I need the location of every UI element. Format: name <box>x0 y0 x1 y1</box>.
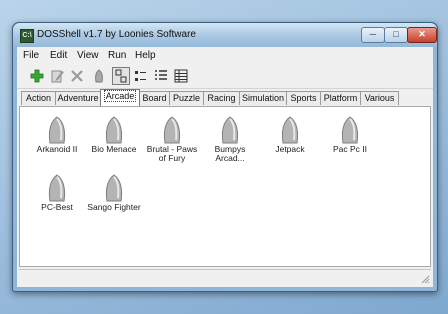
program-item[interactable]: Brutal - Paws of Fury <box>142 116 202 163</box>
tab-board[interactable]: Board <box>139 91 170 105</box>
program-panel: Arkanoid II Bio Menace Brutal - Paws of … <box>19 106 431 267</box>
program-label: Arkanoid II <box>36 144 78 154</box>
status-bar <box>19 269 431 285</box>
program-label: Bio Menace <box>91 144 137 154</box>
tab-simulation[interactable]: Simulation <box>239 91 287 105</box>
tab-racing[interactable]: Racing <box>203 91 240 105</box>
details-view-icon[interactable] <box>173 68 189 84</box>
app-icon[interactable]: C:\ <box>20 29 34 43</box>
resize-grip-icon[interactable] <box>420 274 430 284</box>
menu-edit[interactable]: Edit <box>50 50 67 61</box>
close-button[interactable]: ✕ <box>407 27 437 43</box>
toolbar <box>17 64 433 89</box>
program-label: Jetpack <box>275 144 305 154</box>
tab-arcade-label: Arcade <box>103 90 137 102</box>
menu-help[interactable]: Help <box>135 50 156 61</box>
rocket-icon <box>48 174 66 202</box>
run-icon[interactable] <box>91 68 107 84</box>
menu-run[interactable]: Run <box>108 50 126 61</box>
rocket-icon <box>48 116 66 144</box>
rocket-icon <box>105 174 123 202</box>
program-item[interactable]: Bumpys Arcad... <box>200 116 260 163</box>
program-label: Brutal - Paws of Fury <box>146 144 198 163</box>
minimize-button[interactable]: ─ <box>361 27 385 43</box>
menu-view[interactable]: View <box>77 50 99 61</box>
large-icons-view-icon[interactable] <box>112 67 130 85</box>
rocket-icon <box>105 116 123 144</box>
app-window: C:\ DOSShell v1.7 by Loonies Software ─ … <box>12 22 438 292</box>
rocket-icon <box>163 116 181 144</box>
tab-action[interactable]: Action <box>21 91 56 105</box>
program-label: PC-Best <box>41 202 73 212</box>
list-view-icon[interactable] <box>153 68 169 84</box>
program-label: Bumpys Arcad... <box>214 144 246 163</box>
rocket-icon <box>281 116 299 144</box>
title-bar[interactable]: C:\ DOSShell v1.7 by Loonies Software ─ … <box>13 23 437 47</box>
program-item[interactable]: Bio Menace <box>84 116 144 154</box>
tab-adventure[interactable]: Adventure <box>55 91 101 105</box>
tab-arcade[interactable]: Arcade <box>100 89 140 106</box>
program-item[interactable]: PC-Best <box>27 174 87 212</box>
rocket-icon <box>341 116 359 144</box>
program-item[interactable]: Jetpack <box>260 116 320 154</box>
program-label: Pac Pc II <box>332 144 367 154</box>
tab-puzzle[interactable]: Puzzle <box>169 91 204 105</box>
rocket-icon <box>221 116 239 144</box>
window-title: DOSShell v1.7 by Loonies Software <box>37 29 196 40</box>
program-item[interactable]: Sango Fighter <box>84 174 144 212</box>
add-icon[interactable] <box>29 68 45 84</box>
menu-bar: File Edit View Run Help <box>17 47 433 64</box>
client-area: File Edit View Run Help Action Adventure… <box>17 47 433 287</box>
program-item[interactable]: Pac Pc II <box>320 116 380 154</box>
category-tabs: Action Adventure Arcade Board Puzzle Rac… <box>17 89 433 106</box>
maximize-button[interactable]: □ <box>384 27 408 43</box>
small-icons-view-icon[interactable] <box>133 68 149 84</box>
menu-file[interactable]: File <box>23 50 39 61</box>
edit-icon[interactable] <box>49 68 65 84</box>
tab-platform[interactable]: Platform <box>320 91 361 105</box>
program-item[interactable]: Arkanoid II <box>27 116 87 154</box>
tab-sports[interactable]: Sports <box>286 91 321 105</box>
tab-various[interactable]: Various <box>360 91 399 105</box>
delete-icon[interactable] <box>69 68 85 84</box>
program-label: Sango Fighter <box>87 202 141 212</box>
